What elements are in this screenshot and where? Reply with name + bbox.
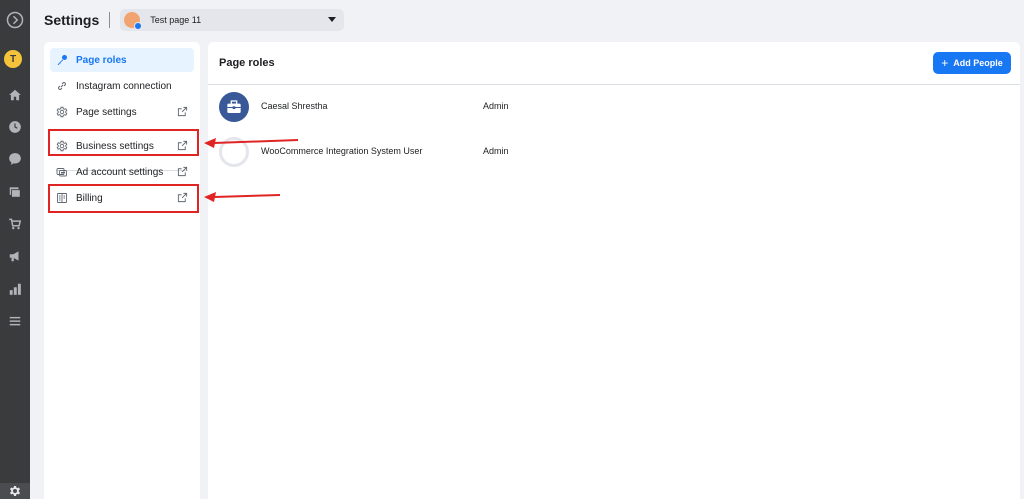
settings-sidebar: Page roles Instagram connection Page set…	[44, 42, 200, 499]
top-header: Settings Test page 11	[30, 0, 1024, 40]
page-selector-value: Test page 11	[150, 15, 202, 25]
page-roles-panel: Page roles + Add People Caesal Shrestha …	[208, 42, 1020, 499]
briefcase-icon	[219, 92, 249, 122]
external-link-icon	[177, 166, 188, 177]
external-link-icon	[177, 106, 188, 117]
add-people-button[interactable]: + Add People	[933, 52, 1011, 74]
chat-icon[interactable]	[3, 147, 27, 171]
chevron-down-icon	[328, 17, 337, 22]
sidebar-item-label: Ad account settings	[76, 166, 164, 178]
home-icon[interactable]	[3, 83, 27, 107]
table-row[interactable]: Caesal Shrestha Admin	[208, 87, 1020, 127]
header-divider	[109, 12, 111, 28]
menu-icon[interactable]	[3, 309, 27, 333]
person-role: Admin	[483, 101, 509, 111]
page-selector[interactable]: Test page 11	[120, 9, 345, 31]
sidebar-item-instagram-connection[interactable]: Instagram connection	[50, 74, 194, 98]
sidebar-item-label: Page roles	[76, 54, 127, 66]
sidebar-item-label: Page settings	[76, 106, 137, 118]
person-role: Admin	[483, 146, 509, 156]
app-rail: T	[0, 0, 30, 499]
page-title: Settings	[44, 12, 100, 28]
avatar[interactable]: T	[4, 50, 22, 68]
pages-icon[interactable]	[3, 180, 27, 204]
section-title: Page roles	[219, 57, 275, 69]
table-row[interactable]: WooCommerce Integration System User Admi…	[208, 132, 1020, 172]
settings-icon[interactable]	[0, 483, 30, 499]
section-divider	[208, 84, 1020, 85]
sidebar-item-page-roles[interactable]: Page roles	[50, 48, 194, 72]
arrow-annotation-business-settings	[204, 138, 299, 148]
meta-logo-icon[interactable]	[3, 8, 27, 32]
sidebar-item-label: Instagram connection	[76, 80, 172, 92]
gear-icon	[56, 106, 68, 118]
plus-icon: +	[941, 56, 949, 70]
link-icon	[56, 80, 68, 92]
sidebar-item-ad-account-settings[interactable]: Ad account settings	[50, 160, 194, 184]
sidebar-item-page-settings[interactable]: Page settings	[50, 100, 194, 124]
key-icon	[56, 54, 68, 66]
highlight-box-business-settings	[48, 129, 199, 156]
facebook-badge-icon	[134, 22, 143, 30]
clock-icon[interactable]	[3, 115, 27, 139]
person-name: Caesal Shrestha	[261, 101, 328, 111]
highlight-box-billing	[48, 184, 199, 213]
megaphone-icon[interactable]	[3, 244, 27, 268]
shop-icon[interactable]	[3, 212, 27, 236]
page-avatar	[124, 12, 143, 30]
insights-icon[interactable]	[3, 277, 27, 301]
ad-account-icon	[56, 166, 68, 178]
add-people-label: Add People	[953, 58, 1003, 68]
arrow-annotation-billing	[204, 192, 281, 202]
